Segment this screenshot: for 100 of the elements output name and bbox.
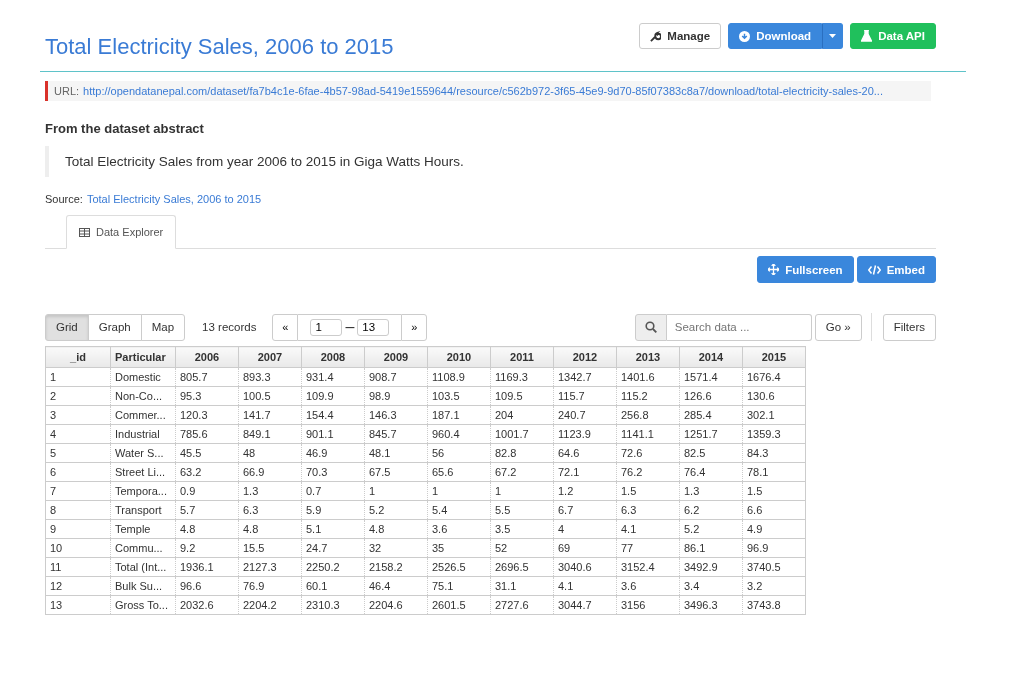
url-link[interactable]: http://opendatanepal.com/dataset/fa7b4c1e-6fae-4b57-98ad-5419e1559644/resource/c562b972-3f65-45e9-9d70-85f07383c8a7/download/total-electricity-sales-20... [83,85,883,97]
view-toggle[interactable]: Graph [87,313,142,341]
table-cell: 82.5 [679,443,743,463]
filters-button[interactable]: Filters [882,313,936,341]
table-cell: Temple [110,519,176,539]
table-cell: 5.1 [301,519,365,539]
table-cell: 285.4 [679,405,743,425]
table-cell: 2204.6 [364,595,428,615]
table-cell: 95.3 [175,386,239,406]
table-cell: 2204.2 [238,595,302,615]
table-cell: 9 [45,519,111,539]
section-heading: From the dataset abstract [45,121,205,136]
table-cell: 1.3 [679,481,743,501]
table-cell: 1.2 [553,481,617,501]
table-cell: 100.5 [238,386,302,406]
table-cell: 5 [45,443,111,463]
table-cell: Commu... [110,538,176,558]
table-cell: 3.5 [490,519,554,539]
table-cell: 4.9 [742,519,806,539]
manage-button[interactable]: Manage [639,23,722,49]
table-cell: 154.4 [301,405,365,425]
table-cell: Water S... [110,443,176,463]
table-cell: 6 [45,462,111,482]
table-cell: Bulk Su... [110,576,176,596]
table-cell: 5.7 [175,500,239,520]
table-cell: 1359.3 [742,424,806,444]
table-cell: 78.1 [742,462,806,482]
table-cell: Street Li... [110,462,176,482]
column-header: 2011 [490,346,554,368]
download-button[interactable]: Download [728,23,823,49]
table-cell: 1401.6 [616,367,680,387]
table-cell: 77 [616,538,680,558]
table-cell: 9.2 [175,538,239,558]
table-cell: 0.9 [175,481,239,501]
range-dash: – [345,318,355,336]
table-cell: 52 [490,538,554,558]
view-toggle[interactable]: Grid [45,313,89,341]
table-cell: 6.6 [742,500,806,520]
range-end-field[interactable]: 13 [357,318,390,336]
table-cell: 204 [490,405,554,425]
table-cell: 46.4 [364,576,428,596]
table-cell: 256.8 [616,405,680,425]
tab[interactable]: Data Explorer [66,215,177,249]
table-cell: 960.4 [427,424,491,444]
table-cell: 96.6 [175,576,239,596]
column-header: Particular [110,346,176,368]
table-cell: 1141.1 [616,424,680,444]
source-link[interactable]: Total Electricity Sales, 2006 to 2015 [86,193,262,205]
column-header: 2015 [742,346,806,368]
table-cell: 3743.8 [742,595,806,615]
column-header: 2014 [679,346,743,368]
table-cell: 7 [45,481,111,501]
table-cell: 11 [45,557,111,577]
table-cell: 3492.9 [679,557,743,577]
column-header: 2009 [364,346,428,368]
search-field[interactable]: Search data ... [666,313,812,341]
table-cell: 60.1 [301,576,365,596]
table-cell: 2250.2 [301,557,365,577]
download-icon [739,30,751,42]
code-icon [867,264,881,275]
table-cell: 66.9 [238,462,302,482]
table-cell: 1001.7 [490,424,554,444]
embed-button[interactable]: Embed [856,256,936,283]
previous-page-button[interactable]: « [272,313,299,341]
table-cell: 3740.5 [742,557,806,577]
table-cell: 4.1 [553,576,617,596]
wrench-icon [650,30,662,42]
fullscreen-button[interactable]: Fullscreen [757,256,854,283]
range-start-field[interactable]: 1 [310,318,343,336]
table-cell: 4 [553,519,617,539]
flask-icon [861,30,873,42]
table-cell: 13 [45,595,111,615]
table-cell: 103.5 [427,386,491,406]
table-cell: Domestic [110,367,176,387]
table-cell: 67.2 [490,462,554,482]
table-cell: 785.6 [175,424,239,444]
go-button[interactable]: Go » [814,313,862,341]
table-cell: 109.5 [490,386,554,406]
table-cell: 3.2 [742,576,806,596]
table-cell: 6.3 [616,500,680,520]
table-cell: 302.1 [742,405,806,425]
table-cell: 3.6 [616,576,680,596]
table-cell: 2 [45,386,111,406]
table-cell: Commer... [110,405,176,425]
source-label: Source: [45,193,83,205]
table-cell: 76.9 [238,576,302,596]
table-cell: 5.4 [427,500,491,520]
table-cell: Industrial [110,424,176,444]
next-page-button[interactable]: » [401,313,428,341]
table-cell: 1169.3 [490,367,554,387]
table-cell: 2696.5 [490,557,554,577]
table-cell: 1676.4 [742,367,806,387]
table-cell: 82.8 [490,443,554,463]
table-cell: 96.9 [742,538,806,558]
view-toggle[interactable]: Map [140,313,186,341]
table-cell: 10 [45,538,111,558]
table-cell: 3496.3 [679,595,743,615]
table-cell: 1 [364,481,428,501]
table-cell: 76.4 [679,462,743,482]
dropdown-button[interactable] [822,23,844,49]
